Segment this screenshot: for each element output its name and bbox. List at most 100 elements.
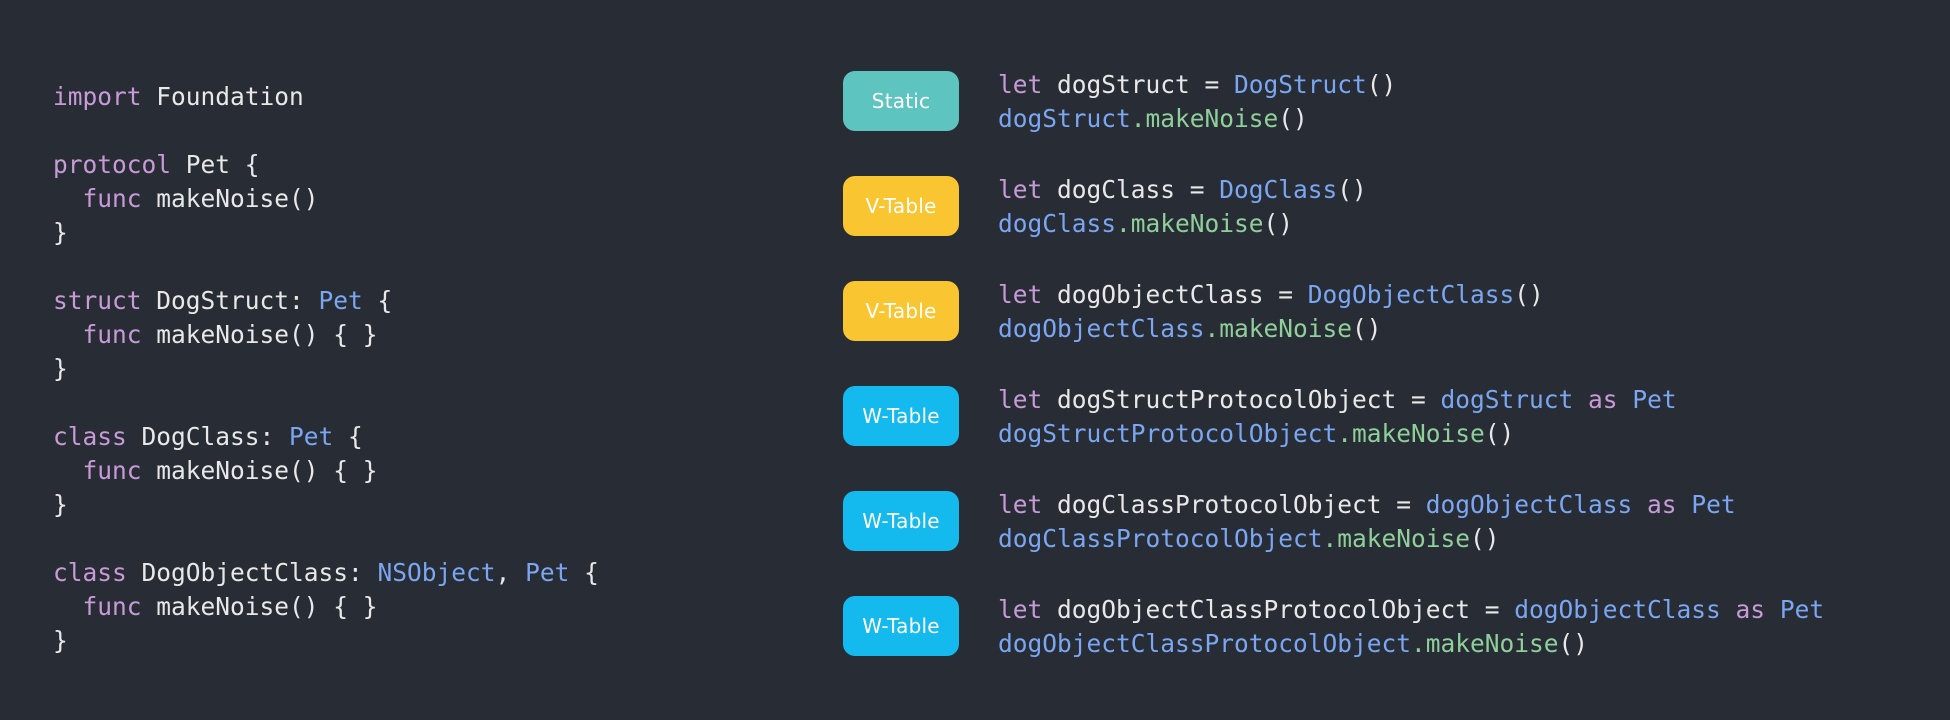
code-token: } bbox=[53, 626, 68, 655]
code-token: makeNoise() bbox=[141, 184, 319, 213]
code-token: () bbox=[1470, 524, 1500, 553]
code-line: struct DogStruct: Pet { bbox=[53, 284, 599, 318]
code-line: class DogClass: Pet { bbox=[53, 420, 599, 454]
code-token: dogObjectClass = bbox=[1042, 280, 1308, 309]
code-line: dogStructProtocolObject.makeNoise() bbox=[998, 417, 1677, 451]
code-token: () bbox=[1558, 629, 1589, 658]
code-token: () bbox=[1263, 209, 1294, 238]
protocol-definition-code: import Foundation protocol Pet { func ma… bbox=[53, 80, 599, 658]
dispatch-example-code: let dogStructProtocolObject = dogStruct … bbox=[998, 383, 1677, 451]
code-token: .makeNoise bbox=[1337, 419, 1485, 448]
code-token: dogStructProtocolObject = bbox=[1042, 385, 1441, 414]
code-line: let dogClass = DogClass() bbox=[998, 173, 1367, 207]
code-token: makeNoise() { } bbox=[141, 592, 378, 621]
code-line: func makeNoise() bbox=[53, 182, 599, 216]
code-line: let dogStructProtocolObject = dogStruct … bbox=[998, 383, 1677, 417]
code-token: as bbox=[1573, 385, 1618, 414]
code-token: DogStruct: bbox=[141, 286, 319, 315]
dispatch-badge-wtable: W-Table bbox=[843, 596, 959, 656]
code-token: dogClass = bbox=[1042, 175, 1220, 204]
code-line: dogObjectClassProtocolObject.makeNoise() bbox=[998, 627, 1824, 661]
code-token: .makeNoise bbox=[1116, 209, 1264, 238]
code-token: } bbox=[53, 354, 68, 383]
code-token: } bbox=[53, 218, 68, 247]
code-token: () bbox=[1337, 175, 1367, 204]
code-token: .makeNoise bbox=[1322, 524, 1471, 553]
code-token: func bbox=[82, 320, 142, 349]
code-token: () bbox=[1278, 104, 1308, 133]
code-token: dogStruct bbox=[998, 104, 1131, 133]
code-token: DogStruct bbox=[1234, 70, 1367, 99]
code-token: DogObjectClass bbox=[1307, 280, 1515, 309]
code-line: protocol Pet { bbox=[53, 148, 599, 182]
dispatch-badge-static: Static bbox=[843, 71, 959, 131]
dispatch-badge-wtable: W-Table bbox=[843, 386, 959, 446]
code-token: () bbox=[1514, 280, 1544, 309]
code-line: let dogObjectClassProtocolObject = dogOb… bbox=[998, 593, 1824, 627]
code-token: Pet { bbox=[171, 150, 260, 179]
code-token: dogClass bbox=[998, 209, 1117, 238]
code-token: dogObjectClass bbox=[1425, 490, 1633, 519]
code-line: dogClassProtocolObject.makeNoise() bbox=[998, 522, 1736, 556]
code-token: dogStruct = bbox=[1042, 70, 1235, 99]
code-line: func makeNoise() { } bbox=[53, 454, 599, 488]
code-line: let dogClassProtocolObject = dogObjectCl… bbox=[998, 488, 1736, 522]
code-line: func makeNoise() { } bbox=[53, 590, 599, 624]
code-token: let bbox=[998, 490, 1043, 519]
code-token: dogObjectClassProtocolObject bbox=[998, 629, 1412, 658]
code-token: () bbox=[1484, 419, 1515, 448]
code-line: let dogObjectClass = DogObjectClass() bbox=[998, 278, 1544, 312]
code-token: func bbox=[82, 184, 142, 213]
dispatch-example-code: let dogClass = DogClass() dogClass.makeNo… bbox=[998, 173, 1367, 241]
dispatch-example-code: let dogObjectClass = DogObjectClass() dog… bbox=[998, 278, 1544, 346]
code-token: .makeNoise bbox=[1411, 629, 1559, 658]
code-token: { bbox=[333, 422, 363, 451]
code-token: protocol bbox=[53, 150, 172, 179]
code-token: Pet bbox=[1765, 595, 1825, 624]
dispatch-badge-wtable: W-Table bbox=[843, 491, 959, 551]
code-line: dogStruct.makeNoise() bbox=[998, 102, 1396, 136]
code-token: .makeNoise bbox=[1130, 104, 1279, 133]
code-token: func bbox=[82, 456, 142, 485]
code-token: import bbox=[53, 82, 142, 111]
code-token: dogObjectClassProtocolObject = bbox=[1042, 595, 1515, 624]
code-token: dogStructProtocolObject bbox=[998, 419, 1338, 448]
code-token: dogObjectClass bbox=[1514, 595, 1721, 624]
code-token: Pet bbox=[525, 558, 570, 587]
code-token: dogStruct bbox=[1440, 385, 1574, 414]
code-token: as bbox=[1632, 490, 1677, 519]
code-token: makeNoise() { } bbox=[141, 320, 378, 349]
code-line: } bbox=[53, 488, 599, 522]
code-token: let bbox=[998, 595, 1043, 624]
code-token: { bbox=[362, 286, 393, 315]
dispatch-example-code: let dogStruct = DogStruct() dogStruct.mak… bbox=[998, 68, 1396, 136]
code-token: Pet bbox=[289, 422, 334, 451]
code-line: func makeNoise() { } bbox=[53, 318, 599, 352]
code-token: dogObjectClass bbox=[998, 314, 1205, 343]
code-token: DogClass bbox=[1219, 175, 1338, 204]
dispatch-example-code: let dogObjectClassProtocolObject = dogOb… bbox=[998, 593, 1824, 661]
code-line: import Foundation bbox=[53, 80, 599, 114]
code-token: let bbox=[998, 70, 1043, 99]
code-token: struct bbox=[53, 286, 142, 315]
dispatch-badge-vtable: V-Table bbox=[843, 281, 959, 341]
code-token: () bbox=[1366, 70, 1397, 99]
code-token: makeNoise() { } bbox=[141, 456, 378, 485]
code-token: .makeNoise bbox=[1204, 314, 1353, 343]
code-token: let bbox=[998, 385, 1043, 414]
code-token: Pet bbox=[1617, 385, 1677, 414]
code-token: class bbox=[53, 558, 127, 587]
code-token: } bbox=[53, 490, 68, 519]
code-token: as bbox=[1720, 595, 1766, 624]
code-token: Foundation bbox=[141, 82, 304, 111]
code-token: func bbox=[82, 592, 142, 621]
code-token: DogObjectClass: bbox=[126, 558, 378, 587]
code-token: , bbox=[495, 558, 526, 587]
code-token: () bbox=[1352, 314, 1382, 343]
code-token: DogClass: bbox=[126, 422, 290, 451]
